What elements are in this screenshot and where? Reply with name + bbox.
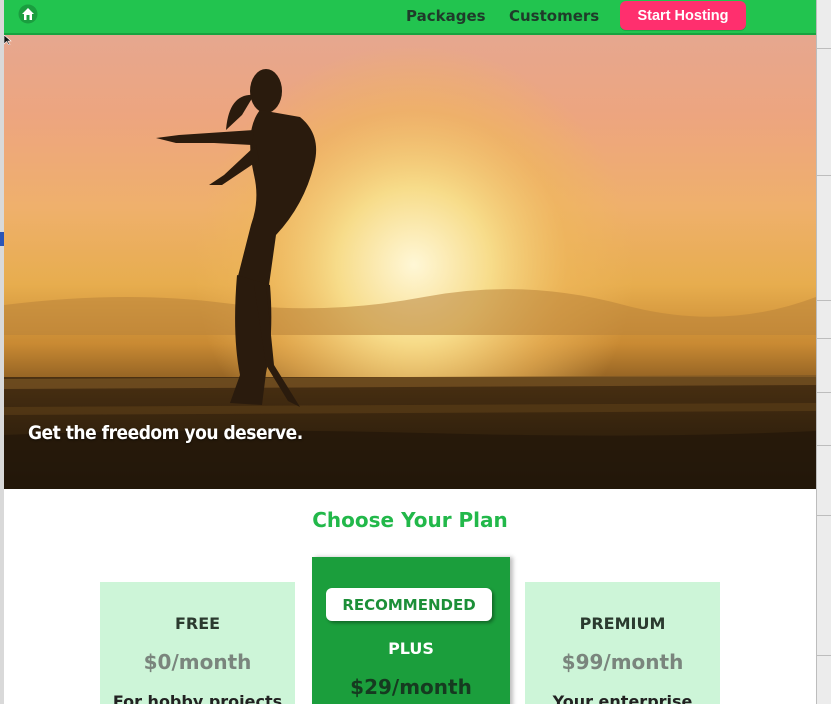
recommended-badge: RECOMMENDED: [326, 588, 492, 621]
plan-card-free[interactable]: FREE $0/month For hobby projects: [100, 582, 295, 704]
plan-name: FREE: [174, 614, 221, 633]
hero-image: [4, 35, 816, 489]
hero-section: Get the freedom you deserve.: [4, 35, 816, 489]
house-leaf-icon[interactable]: [18, 4, 38, 24]
nav-link-packages[interactable]: Packages: [406, 7, 486, 25]
background-window-strip: [816, 0, 831, 704]
plan-name: PLUS: [388, 639, 434, 658]
plan-price: $0/month: [143, 650, 252, 674]
plan-card-premium[interactable]: PREMIUM $99/month Your enterprise: [525, 582, 720, 704]
plan-description: For hobby projects: [112, 692, 283, 704]
browser-page: Packages Customers Start Hosting Get the…: [4, 0, 816, 704]
nav-link-customers[interactable]: Customers: [509, 7, 599, 25]
start-hosting-button[interactable]: Start Hosting: [620, 1, 746, 30]
mouse-cursor-icon: [4, 35, 12, 45]
plan-price: $29/month: [350, 675, 472, 699]
plans-heading: Choose Your Plan: [312, 508, 508, 532]
plan-price: $99/month: [561, 650, 684, 674]
plan-name: PREMIUM: [579, 614, 666, 633]
plan-card-plus[interactable]: RECOMMENDED PLUS $29/month: [312, 557, 510, 704]
plan-description: Your enterprise: [552, 692, 693, 704]
top-navbar: Packages Customers Start Hosting: [4, 0, 816, 35]
hero-headline: Get the freedom you deserve.: [28, 422, 303, 444]
